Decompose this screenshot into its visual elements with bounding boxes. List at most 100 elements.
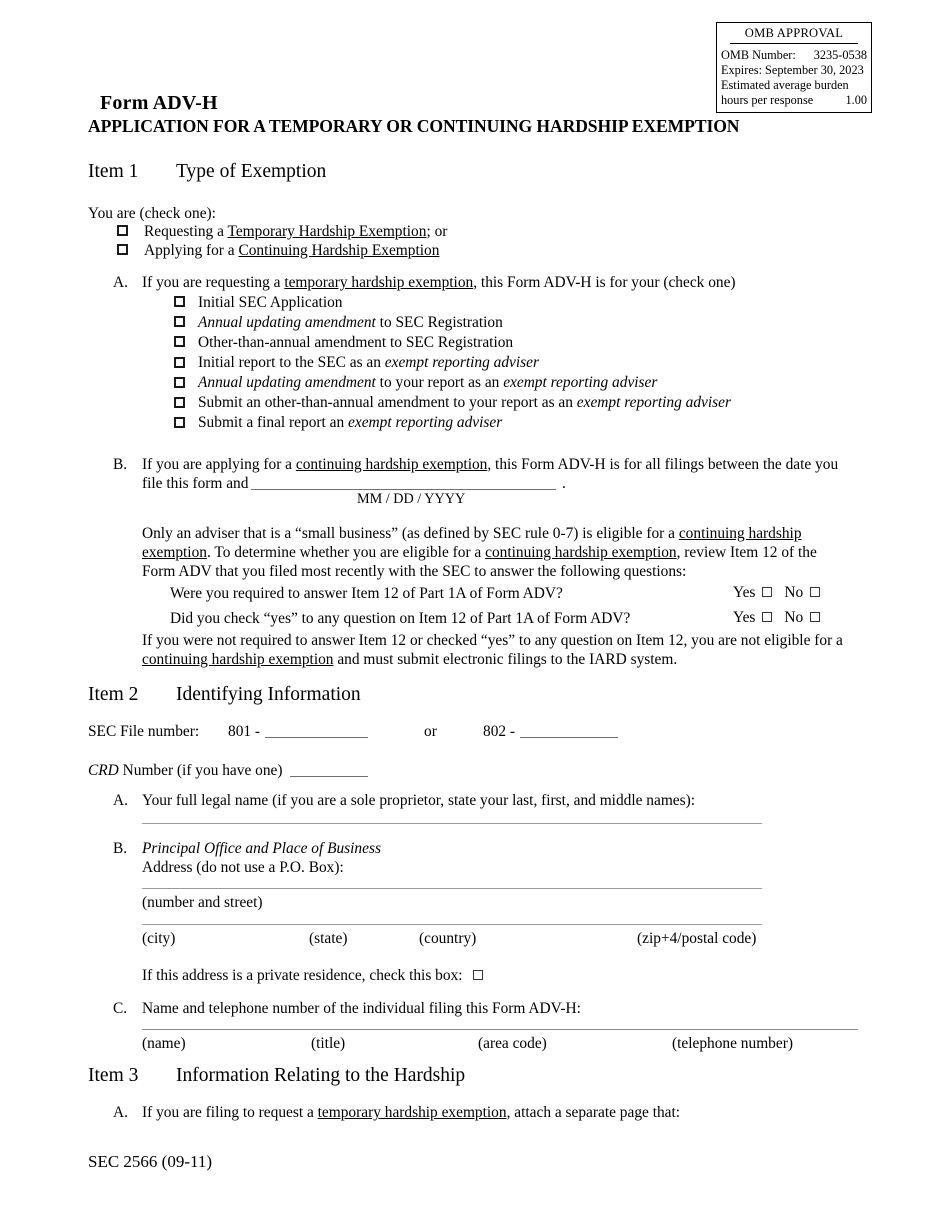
item-3-part-a-letter: A. bbox=[113, 1104, 128, 1121]
sec-file-input-802[interactable] bbox=[520, 737, 618, 738]
sec-file-prefix-801: 801 - bbox=[228, 723, 261, 740]
item-1-part-b-para-line2: exemption. To determine whether you are … bbox=[142, 543, 817, 563]
question-1-yes-label: Yes bbox=[733, 584, 756, 601]
omb-burden-label: Estimated average burden bbox=[721, 78, 849, 93]
address-city-line-input[interactable] bbox=[142, 924, 762, 925]
option-initial-sec-application: Initial SEC Application bbox=[198, 294, 343, 311]
item-2-part-a-letter: A. bbox=[113, 792, 128, 809]
option-continuing-hardship-link[interactable]: Continuing Hardship Exemption bbox=[238, 242, 439, 259]
option-temporary-hardship-pre: Requesting a bbox=[144, 223, 228, 240]
item-3-heading: Item 3 Information Relating to the Hardsh… bbox=[88, 1065, 465, 1087]
omb-row-expires: Expires: September 30, 2023 bbox=[721, 63, 867, 78]
checkbox-private-residence[interactable] bbox=[472, 970, 483, 980]
footer-form-number: SEC 2566 (09-11) bbox=[88, 1152, 213, 1171]
form-page: OMB APPROVAL OMB Number: 3235-0538 Expir… bbox=[0, 0, 950, 1230]
omb-approval-title: OMB APPROVAL bbox=[744, 26, 844, 40]
option-other-than-annual-sec-registration: Other-than-annual amendment to SEC Regis… bbox=[198, 334, 514, 351]
item-3-part-a-post: , attach a separate page that: bbox=[506, 1104, 681, 1121]
sec-file-prefix-802: 802 - bbox=[483, 723, 516, 740]
crd-label-abbrev: CRD bbox=[88, 762, 119, 779]
crd-number-input[interactable] bbox=[290, 776, 368, 777]
item-3-title: Information Relating to the Hardship bbox=[176, 1065, 466, 1086]
filer-contact-input[interactable] bbox=[142, 1029, 858, 1030]
checkbox-initial-report-exempt-reporting-adviser[interactable] bbox=[174, 357, 185, 368]
checkbox-other-than-annual-exempt-report[interactable] bbox=[174, 397, 185, 408]
filer-telephone-caption: (telephone number) bbox=[672, 1035, 793, 1052]
item-3-part-a-link[interactable]: temporary hardship exemption bbox=[318, 1104, 507, 1121]
legal-name-input[interactable] bbox=[142, 823, 762, 824]
checkbox-continuing-hardship[interactable] bbox=[117, 244, 128, 255]
continuing-hardship-link-1[interactable]: continuing hardship bbox=[679, 525, 802, 542]
review-item12-text: , review Item 12 of the bbox=[676, 544, 817, 561]
item-1-part-b-line1: If you are applying for a continuing har… bbox=[142, 455, 838, 475]
continuing-hardship-link-1-cont[interactable]: exemption bbox=[142, 544, 207, 561]
omb-row-number: OMB Number: 3235-0538 bbox=[721, 48, 867, 63]
item-1-part-b-para-line1: Only an adviser that is a “small busines… bbox=[142, 524, 802, 544]
question-2-text: Did you check “yes” to any question on I… bbox=[170, 610, 631, 627]
sec-file-input-801[interactable] bbox=[265, 737, 368, 738]
address-street-input[interactable] bbox=[142, 888, 762, 889]
checkbox-question-2-yes[interactable] bbox=[762, 612, 773, 622]
question-1-text: Were you required to answer Item 12 of P… bbox=[170, 585, 563, 602]
option-temporary-hardship: Requesting a Temporary Hardship Exemptio… bbox=[144, 222, 447, 242]
private-residence-text: If this address is a private residence, … bbox=[142, 966, 483, 986]
item-2-number: Item 2 bbox=[88, 684, 139, 705]
omb-hours-label: hours per response bbox=[721, 93, 814, 108]
omb-row-hours: hours per response 1.00 bbox=[721, 93, 867, 108]
item-1-part-b-link[interactable]: continuing hardship exemption bbox=[296, 456, 488, 473]
item-1-part-b-period: . bbox=[562, 475, 566, 492]
omb-number-label: OMB Number: bbox=[721, 48, 796, 63]
checkbox-question-1-no[interactable] bbox=[810, 587, 821, 597]
option-other-than-annual-exempt-report: Submit an other-than-annual amendment to… bbox=[198, 394, 731, 411]
address-country-caption: (country) bbox=[419, 930, 477, 947]
sec-file-number-label: SEC File number: bbox=[88, 723, 200, 740]
small-business-text: Only an adviser that is a “small busines… bbox=[142, 525, 679, 542]
closing-continuing-hardship-link[interactable]: continuing hardship exemption bbox=[142, 651, 334, 668]
item-1-part-a-post: , this Form ADV-H is for your (check one… bbox=[473, 274, 736, 291]
crd-number-label: CRD Number (if you have one) bbox=[88, 761, 282, 781]
item-3-number: Item 3 bbox=[88, 1065, 139, 1086]
continuing-hardship-link-2[interactable]: continuing hardship exemption bbox=[485, 544, 677, 561]
item-1-closing-line2: continuing hardship exemption and must s… bbox=[142, 650, 677, 670]
omb-hours-value: 1.00 bbox=[845, 93, 867, 108]
sec-file-or-label: or bbox=[424, 723, 437, 740]
item-2-part-c-letter: C. bbox=[113, 1000, 128, 1017]
item-1-number: Item 1 bbox=[88, 161, 139, 182]
item-2-heading: Item 2 Identifying Information bbox=[88, 684, 361, 706]
omb-divider bbox=[729, 43, 859, 45]
question-2-no-label: No bbox=[784, 609, 804, 626]
item-1-intro: You are (check one): bbox=[88, 205, 216, 222]
item-1-heading: Item 1 Type of Exemption bbox=[88, 161, 326, 183]
checkbox-temporary-hardship[interactable] bbox=[117, 225, 128, 236]
checkbox-question-1-yes[interactable] bbox=[762, 587, 773, 597]
item-2-part-b-subheading: Address (do not use a P.O. Box): bbox=[142, 859, 344, 876]
item-1-part-b-para-line3: Form ADV that you filed most recently wi… bbox=[142, 563, 687, 580]
address-zip-caption: (zip+4/postal code) bbox=[637, 930, 757, 947]
checkbox-final-report-exempt-reporting-adviser[interactable] bbox=[174, 417, 185, 428]
private-residence-label: If this address is a private residence, … bbox=[142, 967, 463, 984]
item-1-part-a-letter: A. bbox=[113, 274, 128, 291]
item-2-part-c-text: Name and telephone number of the individ… bbox=[142, 1000, 581, 1017]
checkbox-annual-amendment-sec-registration[interactable] bbox=[174, 316, 185, 327]
item-1-part-a-link[interactable]: temporary hardship exemption bbox=[284, 274, 473, 291]
item-1-closing-line1: If you were not required to answer Item … bbox=[142, 632, 843, 649]
item-1-part-a-text: If you are requesting a temporary hardsh… bbox=[142, 273, 736, 293]
determine-eligible-text: . To determine whether you are eligible … bbox=[206, 544, 486, 561]
omb-expires-label: Expires: September 30, 2023 bbox=[721, 63, 864, 78]
checkbox-question-2-no[interactable] bbox=[810, 612, 821, 622]
page-title: Form ADV-H bbox=[100, 92, 218, 114]
item-3-part-a-text: If you are filing to request a temporary… bbox=[142, 1103, 680, 1123]
address-city-caption: (city) bbox=[142, 930, 176, 947]
option-continuing-hardship: Applying for a Continuing Hardship Exemp… bbox=[144, 241, 439, 261]
checkbox-initial-sec-application[interactable] bbox=[174, 296, 185, 307]
option-continuing-hardship-pre: Applying for a bbox=[144, 242, 239, 259]
checkbox-annual-amendment-exempt-report[interactable] bbox=[174, 377, 185, 388]
question-2-yes-label: Yes bbox=[733, 609, 756, 626]
item-2-title: Identifying Information bbox=[176, 684, 361, 705]
checkbox-other-than-annual-sec-registration[interactable] bbox=[174, 336, 185, 347]
option-temporary-hardship-link[interactable]: Temporary Hardship Exemption bbox=[228, 223, 427, 240]
filer-title-caption: (title) bbox=[311, 1035, 346, 1052]
item-1-part-b-line2: file this form and bbox=[142, 475, 249, 492]
item-2-part-b-letter: B. bbox=[113, 840, 128, 857]
option-annual-amendment-sec-registration: Annual updating amendment to SEC Registr… bbox=[198, 314, 503, 331]
